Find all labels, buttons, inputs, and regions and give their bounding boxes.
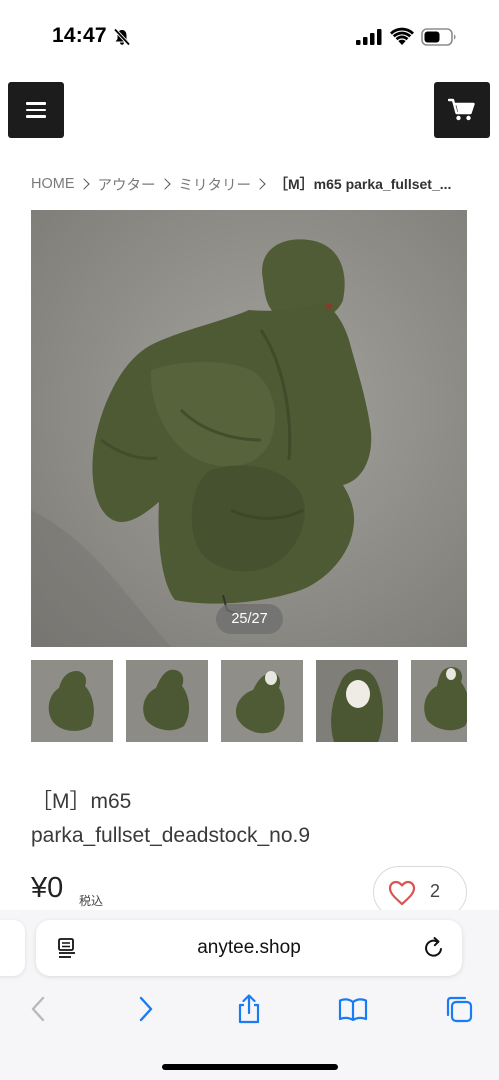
thumbnail-strip (31, 660, 467, 742)
shopping-cart-icon (448, 98, 475, 121)
cellular-signal-icon (356, 29, 382, 45)
parka-photo (31, 210, 467, 647)
breadcrumb-military[interactable]: ミリタリー (179, 174, 252, 195)
browser-bar: anytee.shop (0, 910, 499, 1080)
image-counter: 25/27 (216, 604, 283, 634)
share-icon[interactable] (234, 994, 264, 1024)
previous-tab-preview[interactable] (0, 920, 25, 976)
breadcrumb-home[interactable]: HOME (31, 176, 75, 192)
thumbnail-image[interactable] (31, 660, 113, 742)
url-text: anytee.shop (197, 937, 301, 958)
bookmarks-icon[interactable] (338, 994, 368, 1024)
breadcrumb-current: ［M］m65 parka_fullset_... (274, 176, 452, 192)
breadcrumb-outer[interactable]: アウター (98, 174, 156, 195)
product-title-line2: parka_fullset_deadstock_no.9 (31, 824, 311, 847)
forward-icon[interactable] (130, 994, 160, 1024)
product-title: ［M］m65 parka_fullset_deadstock_no.9 (31, 785, 471, 853)
wifi-icon (390, 27, 414, 45)
thumbnail-image[interactable] (411, 660, 467, 742)
menu-button[interactable] (8, 82, 64, 138)
like-count: 2 (430, 881, 441, 901)
hamburger-menu-icon (26, 102, 46, 105)
chevron-right-icon (77, 178, 90, 190)
hamburger-menu-icon (26, 115, 46, 118)
thumbnail-image[interactable] (316, 660, 398, 742)
product-title-line1: ［M］m65 (31, 790, 132, 813)
reload-icon[interactable] (422, 936, 446, 960)
status-time: 14:47 (52, 24, 107, 47)
product-main-image[interactable] (31, 210, 467, 647)
heart-icon (388, 880, 416, 906)
home-indicator[interactable] (162, 1064, 338, 1070)
tax-label: 税込 (79, 894, 104, 908)
breadcrumb: HOME アウター ミリタリー ［M］m65 parka_fullset_... (31, 173, 471, 195)
cart-button[interactable] (434, 82, 490, 138)
hamburger-menu-icon (26, 108, 46, 112)
chevron-right-icon (254, 178, 266, 190)
chevron-right-icon (158, 178, 171, 190)
status-bar: 14:47 (0, 0, 499, 70)
address-bar[interactable]: anytee.shop (36, 920, 462, 976)
tabs-icon[interactable] (444, 994, 474, 1024)
thumbnail-image[interactable] (221, 660, 303, 742)
product-price: ¥0 (31, 872, 64, 904)
battery-icon (421, 28, 456, 46)
bell-muted-icon (113, 28, 131, 46)
back-icon[interactable] (24, 994, 54, 1024)
thumbnail-image[interactable] (126, 660, 208, 742)
browser-toolbar (0, 992, 499, 1032)
